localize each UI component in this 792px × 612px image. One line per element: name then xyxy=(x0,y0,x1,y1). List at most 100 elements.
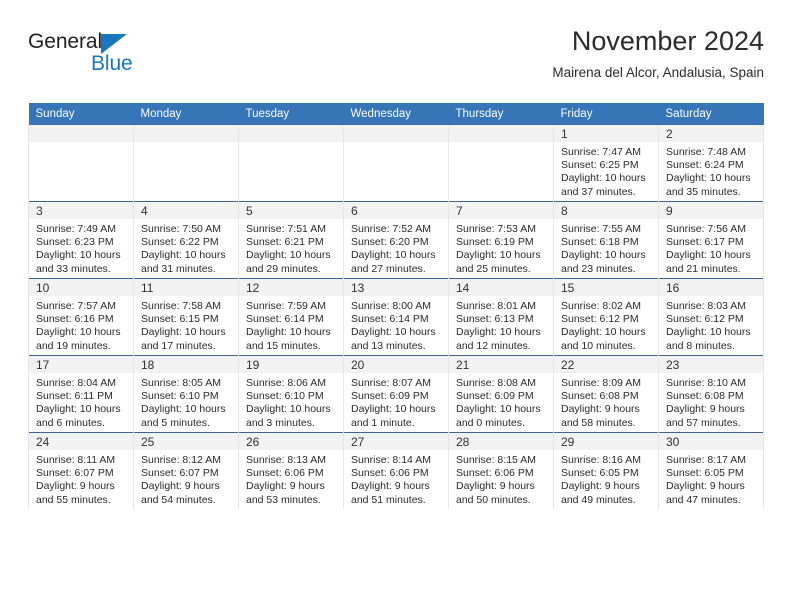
calendar-day-cell[interactable]: 7 Sunrise: 7:53 AM Sunset: 6:19 PM Daylight… xyxy=(448,201,554,279)
day-number: 26 xyxy=(239,433,343,450)
sunrise-text: Sunrise: 7:53 AM xyxy=(456,223,536,235)
day-number: 5 xyxy=(239,202,343,219)
daylight-text: Daylight: 9 hours and 49 minutes. xyxy=(561,480,640,506)
day-details: Sunrise: 8:01 AM Sunset: 6:13 PM Daylight:… xyxy=(449,296,553,353)
calendar-day-cell[interactable]: 26 Sunrise: 8:13 AM Sunset: 6:06 PM Dayligh… xyxy=(238,432,344,509)
sunset-text: Sunset: 6:19 PM xyxy=(456,236,534,249)
calendar-day-cell-empty xyxy=(133,125,239,202)
sunset-text: Sunset: 6:06 PM xyxy=(351,467,429,480)
daylight-text: Daylight: 10 hours and 33 minutes. xyxy=(36,249,121,275)
brand-name-general: General xyxy=(28,30,103,53)
sunrise-text: Sunrise: 8:02 AM xyxy=(561,300,641,312)
calendar-day-cell[interactable]: 3 Sunrise: 7:49 AM Sunset: 6:23 PM Daylight… xyxy=(28,201,134,279)
calendar-day-cell-empty xyxy=(28,125,134,202)
calendar-day-cell[interactable]: 5 Sunrise: 7:51 AM Sunset: 6:21 PM Daylight… xyxy=(238,201,344,279)
day-details: Sunrise: 8:11 AM Sunset: 6:07 PM Daylight:… xyxy=(29,450,133,507)
day-number: 11 xyxy=(134,279,238,296)
daylight-text: Daylight: 10 hours and 19 minutes. xyxy=(36,326,121,352)
day-number: 12 xyxy=(239,279,343,296)
day-details: Sunrise: 8:13 AM Sunset: 6:06 PM Daylight:… xyxy=(239,450,343,507)
calendar-day-cell[interactable]: 11 Sunrise: 7:58 AM Sunset: 6:15 PM Dayligh… xyxy=(133,278,239,356)
calendar-day-cell[interactable]: 21 Sunrise: 8:08 AM Sunset: 6:09 PM Dayligh… xyxy=(448,355,554,433)
calendar-day-cell[interactable]: 4 Sunrise: 7:50 AM Sunset: 6:22 PM Daylight… xyxy=(133,201,239,279)
calendar-day-cell[interactable]: 9 Sunrise: 7:56 AM Sunset: 6:17 PM Daylight… xyxy=(658,201,764,279)
day-details: Sunrise: 7:50 AM Sunset: 6:22 PM Daylight:… xyxy=(134,219,238,276)
weekday-header-row: Sunday Monday Tuesday Wednesday Thursday Frid… xyxy=(28,103,764,125)
sunset-text: Sunset: 6:06 PM xyxy=(246,467,324,480)
daylight-text: Daylight: 9 hours and 47 minutes. xyxy=(666,480,745,506)
sunset-text: Sunset: 6:07 PM xyxy=(36,467,114,480)
calendar-day-cell[interactable]: 2 Sunrise: 7:48 AM Sunset: 6:24 PM Daylight… xyxy=(658,125,764,202)
sunrise-text: Sunrise: 8:10 AM xyxy=(666,377,746,389)
day-number: 15 xyxy=(554,279,658,296)
day-details: Sunrise: 8:16 AM Sunset: 6:05 PM Daylight:… xyxy=(554,450,658,507)
sunrise-text: Sunrise: 8:14 AM xyxy=(351,454,431,466)
weekday-header-monday: Monday xyxy=(133,103,239,125)
calendar-day-cell[interactable]: 16 Sunrise: 8:03 AM Sunset: 6:12 PM Dayligh… xyxy=(658,278,764,356)
calendar-day-cell[interactable]: 28 Sunrise: 8:15 AM Sunset: 6:06 PM Dayligh… xyxy=(448,432,554,509)
calendar-day-cell[interactable]: 30 Sunrise: 8:17 AM Sunset: 6:05 PM Dayligh… xyxy=(658,432,764,509)
sunrise-text: Sunrise: 8:09 AM xyxy=(561,377,641,389)
sunset-text: Sunset: 6:18 PM xyxy=(561,236,639,249)
daylight-text: Daylight: 10 hours and 1 minute. xyxy=(351,403,436,429)
day-number: 6 xyxy=(344,202,448,219)
weekday-header-sunday: Sunday xyxy=(28,103,134,125)
calendar-day-cell[interactable]: 25 Sunrise: 8:12 AM Sunset: 6:07 PM Dayligh… xyxy=(133,432,239,509)
daylight-text: Daylight: 9 hours and 57 minutes. xyxy=(666,403,745,429)
calendar-day-cell[interactable]: 22 Sunrise: 8:09 AM Sunset: 6:08 PM Dayligh… xyxy=(553,355,659,433)
calendar-day-cell[interactable]: 19 Sunrise: 8:06 AM Sunset: 6:10 PM Dayligh… xyxy=(238,355,344,433)
weekday-header-saturday: Saturday xyxy=(658,103,764,125)
day-details: Sunrise: 7:58 AM Sunset: 6:15 PM Daylight:… xyxy=(134,296,238,353)
weekday-header-tuesday: Tuesday xyxy=(238,103,344,125)
calendar-day-cell[interactable]: 27 Sunrise: 8:14 AM Sunset: 6:06 PM Dayligh… xyxy=(343,432,449,509)
calendar-day-cell[interactable]: 6 Sunrise: 7:52 AM Sunset: 6:20 PM Daylight… xyxy=(343,201,449,279)
sunset-text: Sunset: 6:13 PM xyxy=(456,313,534,326)
calendar-day-cell[interactable]: 18 Sunrise: 8:05 AM Sunset: 6:10 PM Dayligh… xyxy=(133,355,239,433)
day-details: Sunrise: 8:09 AM Sunset: 6:08 PM Daylight:… xyxy=(554,373,658,430)
calendar-day-cell[interactable]: 12 Sunrise: 7:59 AM Sunset: 6:14 PM Dayligh… xyxy=(238,278,344,356)
sunset-text: Sunset: 6:10 PM xyxy=(141,390,219,403)
sunrise-text: Sunrise: 7:50 AM xyxy=(141,223,221,235)
daylight-text: Daylight: 10 hours and 37 minutes. xyxy=(561,172,646,198)
calendar-day-cell[interactable]: 13 Sunrise: 8:00 AM Sunset: 6:14 PM Dayligh… xyxy=(343,278,449,356)
sunrise-text: Sunrise: 7:55 AM xyxy=(561,223,641,235)
daylight-text: Daylight: 10 hours and 35 minutes. xyxy=(666,172,751,198)
calendar-day-cell[interactable]: 20 Sunrise: 8:07 AM Sunset: 6:09 PM Dayligh… xyxy=(343,355,449,433)
day-number: 27 xyxy=(344,433,448,450)
sunset-text: Sunset: 6:07 PM xyxy=(141,467,219,480)
sunrise-text: Sunrise: 8:08 AM xyxy=(456,377,536,389)
sunrise-text: Sunrise: 7:48 AM xyxy=(666,146,746,158)
calendar-day-cell[interactable]: 10 Sunrise: 7:57 AM Sunset: 6:16 PM Dayligh… xyxy=(28,278,134,356)
brand-name-blue: Blue xyxy=(91,52,133,75)
day-number: 22 xyxy=(554,356,658,373)
day-details: Sunrise: 7:59 AM Sunset: 6:14 PM Daylight:… xyxy=(239,296,343,353)
sunrise-text: Sunrise: 7:51 AM xyxy=(246,223,326,235)
brand-logo[interactable]: General Blue xyxy=(28,30,228,86)
calendar-day-cell[interactable]: 14 Sunrise: 8:01 AM Sunset: 6:13 PM Dayligh… xyxy=(448,278,554,356)
calendar-day-cell[interactable]: 8 Sunrise: 7:55 AM Sunset: 6:18 PM Daylight… xyxy=(553,201,659,279)
day-number: 23 xyxy=(659,356,763,373)
calendar-day-cell[interactable]: 23 Sunrise: 8:10 AM Sunset: 6:08 PM Dayligh… xyxy=(658,355,764,433)
calendar-day-cell[interactable]: 15 Sunrise: 8:02 AM Sunset: 6:12 PM Dayligh… xyxy=(553,278,659,356)
day-number: 30 xyxy=(659,433,763,450)
calendar-day-cell[interactable]: 17 Sunrise: 8:04 AM Sunset: 6:11 PM Dayligh… xyxy=(28,355,134,433)
day-details: Sunrise: 7:56 AM Sunset: 6:17 PM Daylight:… xyxy=(659,219,763,276)
sunset-text: Sunset: 6:14 PM xyxy=(246,313,324,326)
day-number: 29 xyxy=(554,433,658,450)
day-details: Sunrise: 8:03 AM Sunset: 6:12 PM Daylight:… xyxy=(659,296,763,353)
daylight-text: Daylight: 10 hours and 0 minutes. xyxy=(456,403,541,429)
day-number-band xyxy=(449,125,553,142)
day-details: Sunrise: 7:51 AM Sunset: 6:21 PM Daylight:… xyxy=(239,219,343,276)
sunrise-text: Sunrise: 8:15 AM xyxy=(456,454,536,466)
sunrise-text: Sunrise: 8:17 AM xyxy=(666,454,746,466)
calendar-week-row: 3 Sunrise: 7:49 AM Sunset: 6:23 PM Daylight… xyxy=(28,201,764,279)
calendar-day-cell[interactable]: 29 Sunrise: 8:16 AM Sunset: 6:05 PM Dayligh… xyxy=(553,432,659,509)
daylight-text: Daylight: 9 hours and 50 minutes. xyxy=(456,480,535,506)
calendar-day-cell[interactable]: 1 Sunrise: 7:47 AM Sunset: 6:25 PM Daylight… xyxy=(553,125,659,202)
day-number: 8 xyxy=(554,202,658,219)
sunrise-text: Sunrise: 7:57 AM xyxy=(36,300,116,312)
sunrise-text: Sunrise: 7:58 AM xyxy=(141,300,221,312)
sunrise-sunset-calendar: Sunday Monday Tuesday Wednesday Thursday Frid… xyxy=(28,103,764,509)
calendar-day-cell[interactable]: 24 Sunrise: 8:11 AM Sunset: 6:07 PM Dayligh… xyxy=(28,432,134,509)
sunset-text: Sunset: 6:25 PM xyxy=(561,159,639,172)
